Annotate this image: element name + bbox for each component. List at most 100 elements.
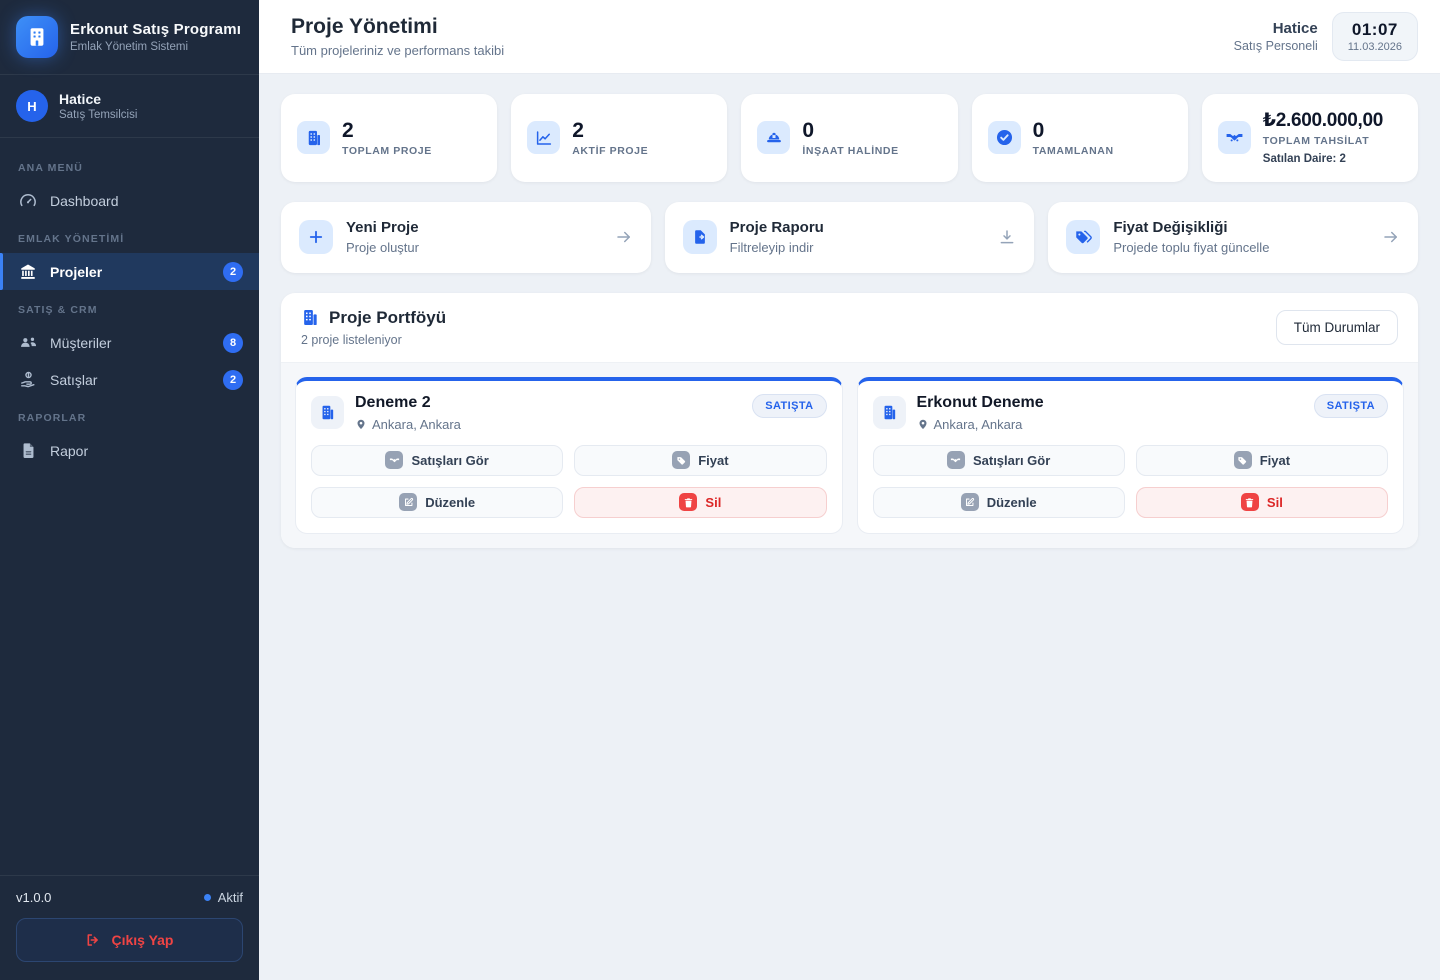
portfolio-grid: Deneme 2 Ankara, Ankara SATIŞTA	[281, 363, 1418, 548]
building-icon	[301, 308, 320, 327]
sidebar-item-label: Dashboard	[50, 193, 243, 209]
project-location: Ankara, Ankara	[372, 417, 461, 432]
sidebar-item-label: Satışlar	[50, 372, 211, 388]
action-subtitle: Projede toplu fiyat güncelle	[1113, 240, 1369, 255]
action-subtitle: Proje oluştur	[346, 240, 602, 255]
stat-label: İNŞAAT HALİNDE	[802, 145, 898, 157]
clock-time: 01:07	[1348, 20, 1402, 40]
portfolio-title: Proje Portföyü	[329, 308, 446, 328]
project-portfolio: Proje Portföyü 2 proje listeleniyor Tüm …	[281, 293, 1418, 548]
stat-label: AKTİF PROJE	[572, 145, 648, 157]
edit-button[interactable]: Düzenle	[873, 487, 1125, 518]
plus-icon	[299, 220, 333, 254]
page-subtitle: Tüm projeleriniz ve performans takibi	[291, 43, 504, 58]
edit-icon	[961, 493, 979, 511]
app-title: Erkonut Satış Programı	[70, 21, 241, 38]
stat-value: 2	[342, 119, 432, 142]
active-indicator	[0, 253, 3, 290]
action-title: Fiyat Değişikliği	[1113, 219, 1369, 236]
download-icon	[998, 228, 1016, 246]
trash-icon	[1241, 493, 1259, 511]
app-brand: Erkonut Satış Programı Emlak Yönetim Sis…	[0, 0, 259, 75]
project-name: Erkonut Deneme	[917, 394, 1044, 412]
logout-button[interactable]: Çıkış Yap	[16, 918, 243, 962]
sidebar-footer: v1.0.0 Aktif Çıkış Yap	[0, 875, 259, 980]
users-icon	[18, 333, 38, 352]
stat-value: ₺2.600.000,00	[1263, 111, 1383, 132]
topbar-user-name: Hatice	[1234, 20, 1318, 37]
new-project-card[interactable]: Yeni Proje Proje oluştur	[281, 202, 651, 273]
project-card: Erkonut Deneme Ankara, Ankara SATIŞTA	[857, 377, 1405, 534]
stat-total-projects: 2 TOPLAM PROJE	[281, 94, 497, 182]
stat-label: TAMAMLANAN	[1033, 145, 1114, 157]
view-sales-button[interactable]: Satışları Gör	[311, 445, 563, 476]
sidebar-item-rapor[interactable]: Rapor	[0, 432, 259, 469]
view-sales-button[interactable]: Satışları Gör	[873, 445, 1125, 476]
status-filter-select[interactable]: Tüm Durumlar	[1276, 310, 1398, 345]
status-badge: Aktif	[204, 890, 243, 905]
sidebar-item-label: Müşteriler	[50, 335, 211, 351]
page-title: Proje Yönetimi	[291, 15, 504, 39]
edit-icon	[399, 493, 417, 511]
main-area: Proje Yönetimi Tüm projeleriniz ve perfo…	[259, 0, 1440, 980]
button-label: Satışları Gör	[973, 453, 1050, 468]
tag-icon	[1234, 451, 1252, 469]
project-card: Deneme 2 Ankara, Ankara SATIŞTA	[295, 377, 843, 534]
logout-icon	[85, 932, 101, 948]
file-export-icon	[683, 220, 717, 254]
project-status-badge: SATIŞTA	[1314, 394, 1388, 418]
status-dot-icon	[204, 894, 211, 901]
count-badge: 2	[223, 262, 243, 282]
document-icon	[18, 442, 38, 459]
edit-button[interactable]: Düzenle	[311, 487, 563, 518]
sidebar-item-dashboard[interactable]: Dashboard	[0, 182, 259, 219]
price-button[interactable]: Fiyat	[574, 445, 826, 476]
tags-icon	[1066, 220, 1100, 254]
count-badge: 8	[223, 333, 243, 353]
map-pin-icon	[917, 418, 929, 430]
button-label: Satışları Gör	[411, 453, 488, 468]
price-change-card[interactable]: Fiyat Değişikliği Projede toplu fiyat gü…	[1048, 202, 1418, 273]
bank-icon	[18, 263, 38, 281]
app-subtitle: Emlak Yönetim Sistemi	[70, 41, 241, 53]
stat-label: TOPLAM PROJE	[342, 145, 432, 157]
nav-section-main: ANA MENÜ	[0, 148, 259, 182]
count-badge: 2	[223, 370, 243, 390]
stat-total-collection: ₺2.600.000,00 TOPLAM TAHSİLAT Satılan Da…	[1202, 94, 1418, 182]
nav-section-crm: SATIŞ & CRM	[0, 290, 259, 324]
stat-sub: Satılan Daire: 2	[1263, 153, 1383, 165]
topbar: Proje Yönetimi Tüm projeleriniz ve perfo…	[259, 0, 1440, 74]
handshake-icon	[947, 451, 965, 469]
topbar-user: Hatice Satış Personeli	[1234, 20, 1318, 53]
portfolio-header: Proje Portföyü 2 proje listeleniyor Tüm …	[281, 293, 1418, 363]
arrow-right-icon	[615, 228, 633, 246]
status-label: Aktif	[218, 890, 243, 905]
arrow-right-icon	[1382, 228, 1400, 246]
avatar: H	[16, 90, 48, 122]
map-pin-icon	[355, 418, 367, 430]
sidebar-item-projeler[interactable]: Projeler 2	[0, 253, 259, 290]
delete-button[interactable]: Sil	[574, 487, 826, 518]
content: 2 TOPLAM PROJE 2 AKTİF PROJE 0	[259, 74, 1440, 568]
project-report-card[interactable]: Proje Raporu Filtreleyip indir	[665, 202, 1035, 273]
sidebar-item-musteriler[interactable]: Müşteriler 8	[0, 324, 259, 361]
building-icon	[873, 396, 906, 429]
nav-section-raporlar: RAPORLAR	[0, 398, 259, 432]
sidebar-nav: ANA MENÜ Dashboard EMLAK YÖNETİMİ Projel…	[0, 138, 259, 875]
delete-button[interactable]: Sil	[1136, 487, 1388, 518]
hard-hat-icon	[757, 121, 790, 154]
action-title: Proje Raporu	[730, 219, 986, 236]
topbar-user-role: Satış Personeli	[1234, 39, 1318, 53]
button-label: Fiyat	[698, 453, 728, 468]
stat-value: 0	[1033, 119, 1114, 142]
project-status-badge: SATIŞTA	[752, 394, 826, 418]
button-label: Düzenle	[425, 495, 475, 510]
tag-icon	[672, 451, 690, 469]
sidebar: Erkonut Satış Programı Emlak Yönetim Sis…	[0, 0, 259, 980]
sidebar-item-label: Rapor	[50, 443, 243, 459]
check-circle-icon	[988, 121, 1021, 154]
button-label: Sil	[705, 495, 721, 510]
button-label: Fiyat	[1260, 453, 1290, 468]
sidebar-item-satislar[interactable]: Satışlar 2	[0, 361, 259, 398]
price-button[interactable]: Fiyat	[1136, 445, 1388, 476]
